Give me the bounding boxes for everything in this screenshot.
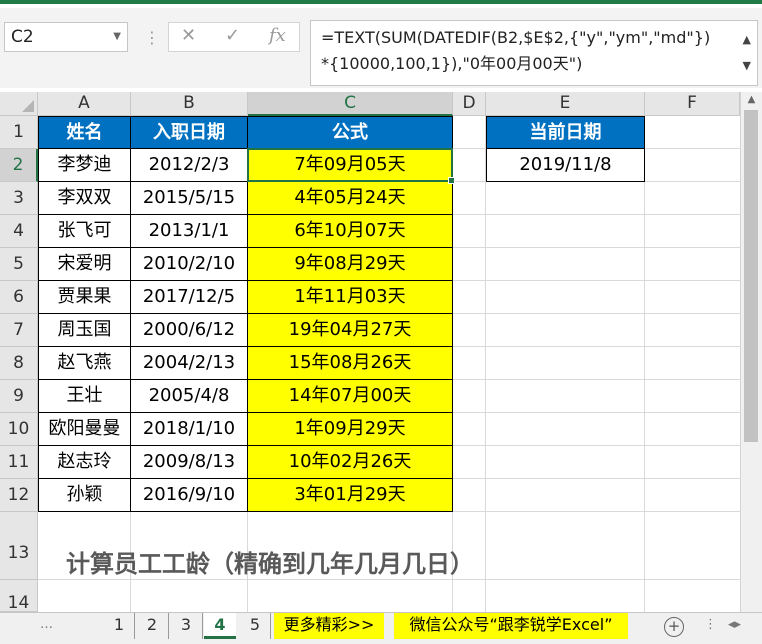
dots-icon[interactable]: … — [40, 617, 53, 632]
date-cell[interactable]: 2016/9/10 — [131, 479, 248, 512]
row-header-11[interactable]: 11 — [0, 446, 38, 479]
sheet-tab-wechat[interactable]: 微信公众号“跟李锐学Excel” — [394, 613, 628, 639]
sheet-tab-3[interactable]: 3 — [170, 613, 203, 639]
chevron-down-icon[interactable]: ▼ — [113, 23, 121, 51]
gridline — [644, 116, 645, 612]
date-cell[interactable]: 2015/5/15 — [131, 182, 248, 215]
header-current-date-cell[interactable]: 当前日期 — [486, 116, 645, 149]
date-cell[interactable]: 2010/2/10 — [131, 248, 248, 281]
sheet-tab-2[interactable]: 2 — [136, 613, 169, 639]
name-cell[interactable]: 孙颖 — [38, 479, 131, 512]
row-header-6[interactable]: 6 — [0, 281, 38, 314]
sheet-tab-5[interactable]: 5 — [240, 613, 271, 639]
formula-text-line-2: *{10000,100,1}),"0年00月00天") — [321, 54, 583, 73]
header-formula-cell[interactable]: 公式 — [248, 116, 453, 149]
name-cell[interactable]: 王壮 — [38, 380, 131, 413]
name-cell[interactable]: 贾果果 — [38, 281, 131, 314]
result-cell[interactable]: 15年08月26天 — [248, 347, 453, 380]
sheet-tab-1[interactable]: 1 — [104, 613, 135, 639]
split-handle-icon[interactable]: ◂▸ — [728, 617, 741, 632]
column-header-a[interactable]: A — [38, 92, 131, 116]
insert-function-icon[interactable]: fx — [269, 25, 286, 46]
row-header-12[interactable]: 12 — [0, 479, 38, 512]
enter-icon[interactable]: ✓ — [225, 25, 240, 46]
row-header-3[interactable]: 3 — [0, 182, 38, 215]
row-header-1[interactable]: 1 — [0, 116, 38, 149]
result-cell[interactable]: 1年09月29天 — [248, 413, 453, 446]
current-date-cell[interactable]: 2019/11/8 — [486, 149, 645, 182]
name-cell[interactable]: 赵志玲 — [38, 446, 131, 479]
name-cell[interactable]: 宋爱明 — [38, 248, 131, 281]
row-header-2[interactable]: 2 — [0, 149, 38, 182]
expand-formula-icon[interactable]: ▲ ▼ — [743, 27, 751, 79]
result-cell[interactable]: 19年04月27天 — [248, 314, 453, 347]
column-header-e[interactable]: E — [486, 92, 645, 116]
date-cell[interactable]: 2009/8/13 — [131, 446, 248, 479]
formula-bar-area: C2 ▼ ⋮ ✕ ✓ fx =TEXT(SUM(DATEDIF(B2,$E$2,… — [0, 8, 762, 88]
scroll-thumb[interactable] — [744, 110, 758, 442]
column-header-c[interactable]: C — [248, 92, 453, 116]
name-cell[interactable]: 赵飞燕 — [38, 347, 131, 380]
cancel-icon[interactable]: ✕ — [181, 25, 196, 46]
result-cell[interactable]: 10年02月26天 — [248, 446, 453, 479]
header-name-cell[interactable]: 姓名 — [38, 116, 131, 149]
date-cell[interactable]: 2018/1/10 — [131, 413, 248, 446]
row-header-10[interactable]: 10 — [0, 413, 38, 446]
name-cell[interactable]: 李梦迪 — [38, 149, 131, 182]
column-header-d[interactable]: D — [453, 92, 486, 116]
date-cell[interactable]: 2005/4/8 — [131, 380, 248, 413]
ribbon-edge — [0, 0, 762, 8]
row-header-8[interactable]: 8 — [0, 347, 38, 380]
name-cell[interactable]: 李双双 — [38, 182, 131, 215]
name-box[interactable]: C2 ▼ — [4, 22, 128, 52]
formula-text-line-1: =TEXT(SUM(DATEDIF(B2,$E$2,{"y","ym","md"… — [321, 28, 711, 47]
dots-icon[interactable]: ⋮ — [704, 617, 717, 632]
date-cell[interactable]: 2017/12/5 — [131, 281, 248, 314]
result-cell[interactable]: 1年11月03天 — [248, 281, 453, 314]
result-cell[interactable]: 9年08月29天 — [248, 248, 453, 281]
column-header-b[interactable]: B — [131, 92, 248, 116]
add-sheet-icon[interactable]: + — [664, 617, 684, 637]
row-header-14[interactable]: 14 — [0, 580, 38, 613]
formula-buttons: ✕ ✓ fx — [168, 22, 300, 52]
result-cell[interactable]: 14年07月00天 — [248, 380, 453, 413]
row-header-7[interactable]: 7 — [0, 314, 38, 347]
sheet-tab-bar: … 1 2 3 4 5 更多精彩>> 微信公众号“跟李锐学Excel” + ⋮ … — [0, 612, 762, 644]
result-cell[interactable]: 6年10月07天 — [248, 215, 453, 248]
drag-handle-icon[interactable]: ⋮ — [144, 28, 160, 47]
vertical-scrollbar[interactable]: ▲ — [740, 92, 762, 612]
name-box-value: C2 — [11, 27, 34, 47]
sheet-tab-4[interactable]: 4 — [204, 613, 236, 639]
name-cell[interactable]: 周玉国 — [38, 314, 131, 347]
header-date-cell[interactable]: 入职日期 — [131, 116, 248, 149]
formula-input[interactable]: =TEXT(SUM(DATEDIF(B2,$E$2,{"y","ym","md"… — [310, 20, 758, 86]
name-cell[interactable]: 欧阳曼曼 — [38, 413, 131, 446]
result-cell[interactable]: 3年01月29天 — [248, 479, 453, 512]
result-cell[interactable]: 4年05月24天 — [248, 182, 453, 215]
row-header-5[interactable]: 5 — [0, 248, 38, 281]
active-cell-selection[interactable] — [247, 148, 455, 184]
select-all-corner[interactable] — [0, 92, 38, 116]
row-header-4[interactable]: 4 — [0, 215, 38, 248]
date-cell[interactable]: 2004/2/13 — [131, 347, 248, 380]
scroll-up-icon[interactable]: ▲ — [741, 94, 762, 105]
row-header-9[interactable]: 9 — [0, 380, 38, 413]
sheet-tab-more[interactable]: 更多精彩>> — [274, 613, 384, 639]
date-cell[interactable]: 2000/6/12 — [131, 314, 248, 347]
date-cell[interactable]: 2013/1/1 — [131, 215, 248, 248]
name-cell[interactable]: 张飞可 — [38, 215, 131, 248]
gridline — [38, 579, 740, 580]
gridline — [485, 116, 486, 612]
date-cell[interactable]: 2012/2/3 — [131, 149, 248, 182]
row-header-13[interactable]: 13 — [0, 512, 38, 580]
sheet-title-text: 计算员工工龄（精确到几年几月几日） — [66, 550, 474, 578]
column-header-f[interactable]: F — [645, 92, 740, 116]
